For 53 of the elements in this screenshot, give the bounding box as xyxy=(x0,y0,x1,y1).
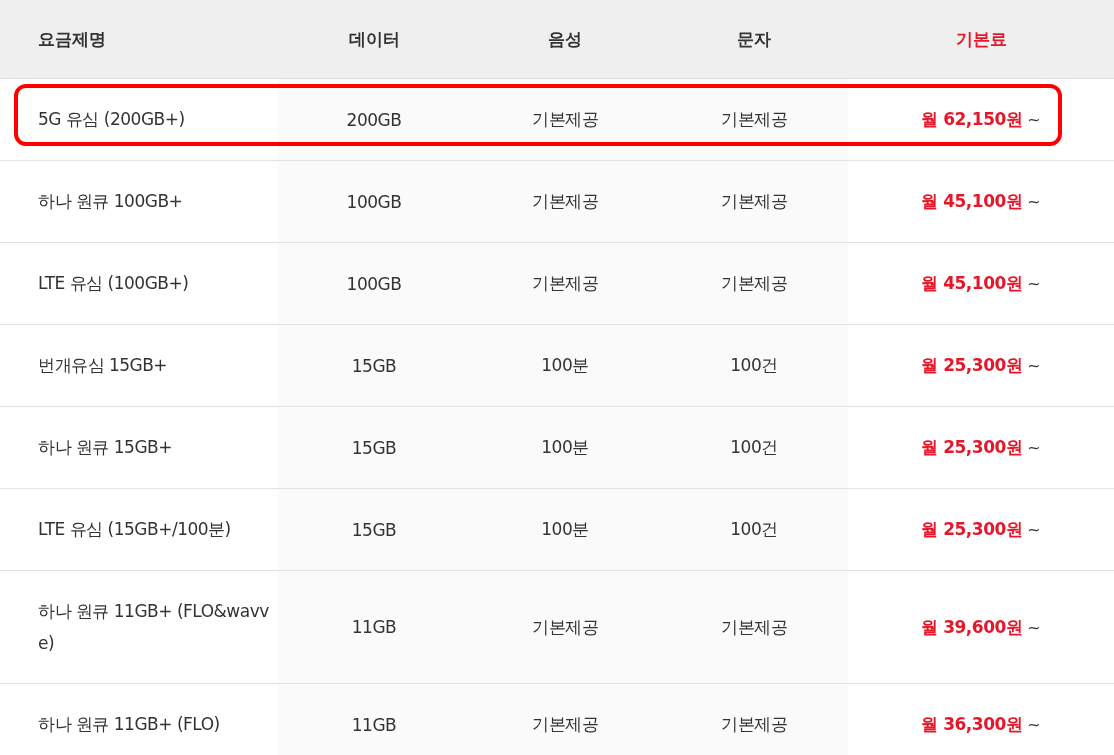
table-cell: 기본제공 xyxy=(532,272,598,295)
table-cell: 200GB xyxy=(346,109,402,130)
price: 월 36,300원 xyxy=(921,713,1023,736)
table-cell: 기본제공 xyxy=(721,190,787,213)
price: 월 25,300원 xyxy=(921,354,1023,377)
column-header: 요금제명 xyxy=(38,27,106,51)
column-header: 기본료 xyxy=(955,27,1007,51)
price: 월 45,100원 xyxy=(921,190,1023,213)
price: 월 62,150원 xyxy=(921,108,1023,131)
table-cell: 100분 xyxy=(541,354,589,377)
plan-name: LTE 유심 (15GB+/100분) xyxy=(38,518,231,542)
table-cell: 100분 xyxy=(541,518,589,541)
column-header: 음성 xyxy=(548,27,582,51)
table-cell: 100GB xyxy=(346,191,402,212)
tilde: ~ xyxy=(1027,192,1041,211)
table-cell: 100GB xyxy=(346,273,402,294)
plan-name: 하나 원큐 15GB+ xyxy=(38,436,173,460)
table-cell: 기본제공 xyxy=(532,713,598,736)
tilde: ~ xyxy=(1027,617,1041,637)
table-cell: 100건 xyxy=(730,354,778,377)
plan-name: 하나 원큐 11GB+ (FLO) xyxy=(38,713,220,737)
table-cell: 100분 xyxy=(541,436,589,459)
price: 월 25,300원 xyxy=(921,518,1023,541)
table-cell: 기본제공 xyxy=(721,615,787,639)
table-cell: 100건 xyxy=(730,436,778,459)
tilde: ~ xyxy=(1027,274,1041,293)
table-cell: 15GB xyxy=(351,437,397,458)
table-cell: 11GB xyxy=(351,714,397,735)
table-cell: 기본제공 xyxy=(721,108,787,131)
price: 월 45,100원 xyxy=(921,272,1023,295)
table-cell: 기본제공 xyxy=(532,615,598,639)
plan-name: 5G 유심 (200GB+) xyxy=(38,108,185,132)
table-cell: 11GB xyxy=(351,617,397,637)
plan-name: LTE 유심 (100GB+) xyxy=(38,272,189,296)
table-cell: 15GB xyxy=(351,355,397,376)
column-header: 데이터 xyxy=(348,27,400,51)
tilde: ~ xyxy=(1027,356,1041,375)
tilde: ~ xyxy=(1027,715,1041,734)
table-cell: 100건 xyxy=(730,518,778,541)
plan-name: 번개유심 15GB+ xyxy=(38,354,168,378)
table-cell: 15GB xyxy=(351,519,397,540)
table-cell: 기본제공 xyxy=(721,272,787,295)
tilde: ~ xyxy=(1027,520,1041,539)
plan-name: 하나 원큐 100GB+ xyxy=(38,190,183,214)
table-cell: 기본제공 xyxy=(532,108,598,131)
table-cell: 기본제공 xyxy=(721,713,787,736)
tilde: ~ xyxy=(1027,110,1041,129)
price: 월 39,600원 xyxy=(921,615,1023,639)
tilde: ~ xyxy=(1027,438,1041,457)
price: 월 25,300원 xyxy=(921,436,1023,459)
table-cell: 기본제공 xyxy=(532,190,598,213)
plan-name: 하나 원큐 11GB+ (FLO&wavve) xyxy=(38,599,270,655)
column-header: 문자 xyxy=(737,27,771,51)
